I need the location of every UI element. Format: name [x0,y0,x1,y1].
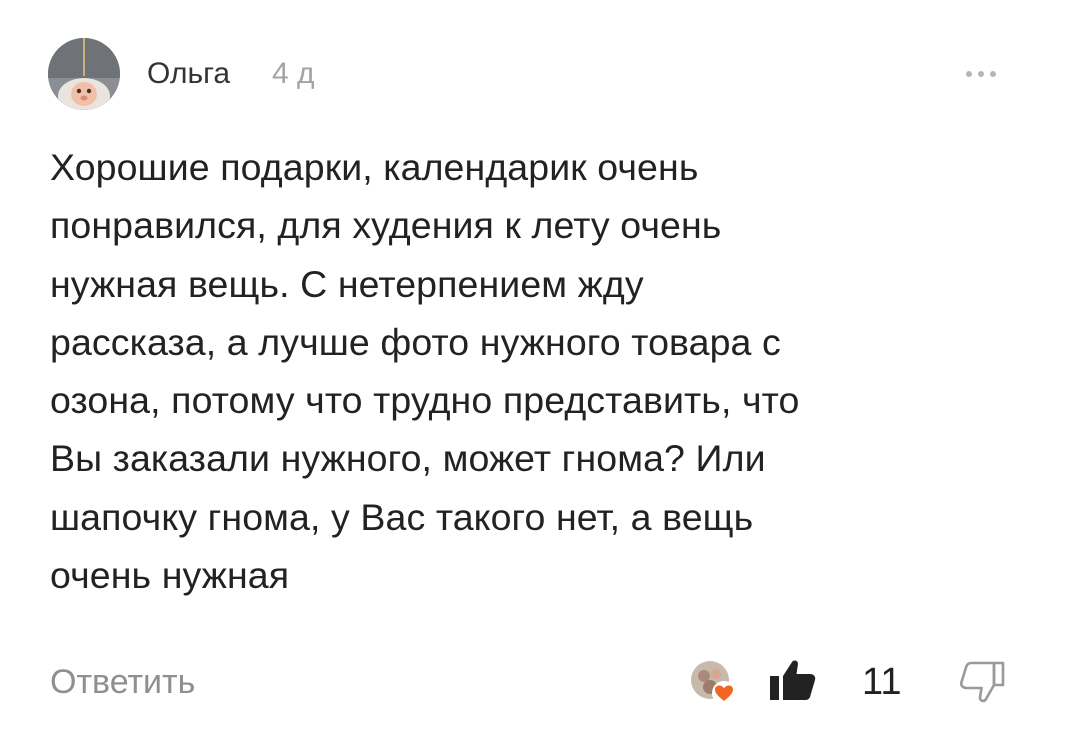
thumbs-up-icon [770,660,816,700]
comment-header: Ольга 4 д [48,38,1038,112]
like-button[interactable] [768,658,818,702]
thumbs-down-icon [959,661,1005,703]
like-count: 11 [862,661,902,703]
dislike-button[interactable] [958,660,1006,704]
heart-icon [712,681,736,705]
comment-time: 4 д [272,57,315,90]
reactor-avatar[interactable] [690,660,738,706]
more-icon[interactable] [962,66,1012,82]
comment-text: Хорошие подарки, календарик очень понрав… [50,146,800,597]
author-avatar[interactable] [48,38,120,110]
author-name[interactable]: Ольга [147,56,230,92]
reply-button[interactable]: Ответить [50,660,195,704]
